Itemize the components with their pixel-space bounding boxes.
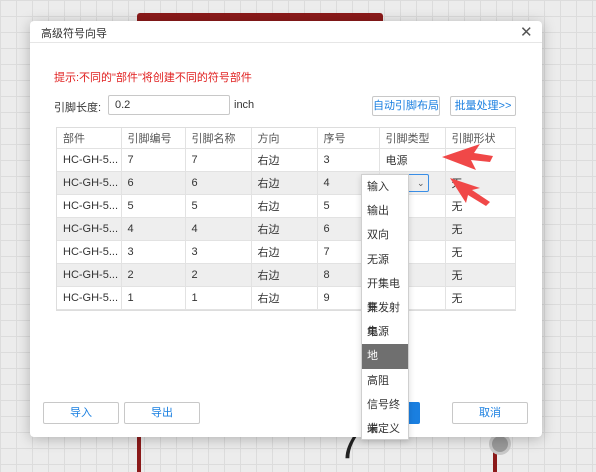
cell-direction[interactable]: 右边 bbox=[251, 240, 318, 264]
dropdown-option[interactable]: 电源 bbox=[362, 320, 408, 344]
dropdown-option[interactable]: 双向 bbox=[362, 223, 408, 247]
dialog-title: 高级符号向导 bbox=[41, 28, 107, 40]
cell-pin-name[interactable]: 1 bbox=[185, 286, 252, 310]
cell-part[interactable]: HC-GH-5... bbox=[57, 171, 122, 195]
close-icon[interactable]: ✕ bbox=[520, 23, 533, 41]
auto-pin-layout-button[interactable]: 自动引脚布局 bbox=[372, 96, 440, 116]
col-header-pin-name[interactable]: 引脚名称 bbox=[185, 128, 252, 149]
cell-pin-shape[interactable]: 无 bbox=[445, 263, 516, 287]
cell-part[interactable]: HC-GH-5... bbox=[57, 263, 122, 287]
dropdown-option[interactable]: 未定义 bbox=[362, 417, 408, 441]
col-header-pin-type[interactable]: 引脚类型 bbox=[379, 128, 446, 149]
table-row[interactable]: HC-GH-5... 1 1 右边 9 无 bbox=[57, 286, 516, 310]
canvas-component-bottom bbox=[137, 436, 497, 472]
cell-direction[interactable]: 右边 bbox=[251, 194, 318, 218]
advanced-symbol-wizard-dialog: 高级符号向导 ✕ 提示:不同的"部件"将创建不同的符号部件 引脚长度: inch… bbox=[30, 21, 542, 437]
table-row[interactable]: HC-GH-5... 4 4 右边 6 无 bbox=[57, 217, 516, 241]
annotation-arrows bbox=[442, 144, 493, 206]
col-header-part[interactable]: 部件 bbox=[57, 128, 122, 149]
cell-pin-shape[interactable]: 无 bbox=[445, 286, 516, 310]
cell-pin-number[interactable]: 6 bbox=[121, 171, 186, 195]
arrow-left-icon bbox=[442, 144, 493, 170]
cell-pin-name[interactable]: 4 bbox=[185, 217, 252, 241]
cell-pin-number[interactable]: 4 bbox=[121, 217, 186, 241]
cell-direction[interactable]: 右边 bbox=[251, 263, 318, 287]
dropdown-option-selected[interactable]: 地 bbox=[362, 344, 408, 369]
cell-direction[interactable]: 右边 bbox=[251, 148, 318, 172]
cell-pin-name[interactable]: 7 bbox=[185, 148, 252, 172]
cell-pin-name[interactable]: 6 bbox=[185, 171, 252, 195]
cell-part[interactable]: HC-GH-5... bbox=[57, 240, 122, 264]
col-header-sequence[interactable]: 序号 bbox=[317, 128, 380, 149]
pin-type-dropdown: 输入 输出 双向 无源 开集电集 开发射集 电源 地 高阻 信号终端 未定义 bbox=[361, 174, 409, 440]
cell-pin-number[interactable]: 7 bbox=[121, 148, 186, 172]
dropdown-option[interactable]: 信号终端 bbox=[362, 393, 408, 435]
cell-pin-number[interactable]: 5 bbox=[121, 194, 186, 218]
table-row[interactable]: HC-GH-5... 2 2 右边 8 无 bbox=[57, 263, 516, 287]
dropdown-option[interactable]: 输入 bbox=[362, 175, 408, 199]
dialog-title-bar: 高级符号向导 ✕ bbox=[30, 21, 542, 43]
cell-sequence[interactable]: 3 bbox=[317, 148, 380, 172]
cell-pin-shape[interactable]: 无 bbox=[445, 240, 516, 264]
pin-length-label: 引脚长度: bbox=[54, 102, 102, 114]
chevron-down-icon: ⌄ bbox=[416, 177, 425, 188]
export-button[interactable]: 导出 bbox=[124, 402, 200, 424]
cell-pin-name[interactable]: 5 bbox=[185, 194, 252, 218]
dropdown-option[interactable]: 高阻 bbox=[362, 369, 408, 393]
cell-direction[interactable]: 右边 bbox=[251, 286, 318, 310]
cell-part[interactable]: HC-GH-5... bbox=[57, 194, 122, 218]
dropdown-option[interactable]: 输出 bbox=[362, 199, 408, 223]
hint-text: 提示:不同的"部件"将创建不同的符号部件 bbox=[54, 72, 252, 84]
cell-pin-name[interactable]: 2 bbox=[185, 263, 252, 287]
import-button[interactable]: 导入 bbox=[43, 402, 119, 424]
dropdown-option[interactable]: 开集电集 bbox=[362, 272, 408, 314]
cell-direction[interactable]: 右边 bbox=[251, 171, 318, 195]
col-header-direction[interactable]: 方向 bbox=[251, 128, 318, 149]
dropdown-option[interactable]: 开发射集 bbox=[362, 296, 408, 338]
dropdown-option[interactable]: 无源 bbox=[362, 248, 408, 272]
batch-process-button[interactable]: 批量处理>> bbox=[450, 96, 516, 116]
pin-length-input[interactable] bbox=[108, 95, 230, 115]
cell-part[interactable]: HC-GH-5... bbox=[57, 148, 122, 172]
arrow-up-left-icon bbox=[450, 178, 490, 206]
cell-pin-number[interactable]: 1 bbox=[121, 286, 186, 310]
cell-pin-type[interactable]: 电源 bbox=[379, 148, 446, 172]
cancel-button[interactable]: 取消 bbox=[452, 402, 528, 424]
cell-pin-name[interactable]: 3 bbox=[185, 240, 252, 264]
cell-part[interactable]: HC-GH-5... bbox=[57, 286, 122, 310]
cell-pin-number[interactable]: 3 bbox=[121, 240, 186, 264]
cell-pin-shape[interactable]: 无 bbox=[445, 217, 516, 241]
table-row[interactable]: HC-GH-5... 3 3 右边 7 无 bbox=[57, 240, 516, 264]
col-header-pin-number[interactable]: 引脚编号 bbox=[121, 128, 186, 149]
cell-direction[interactable]: 右边 bbox=[251, 217, 318, 241]
pin-length-unit: inch bbox=[234, 99, 255, 111]
cell-part[interactable]: HC-GH-5... bbox=[57, 217, 122, 241]
cell-pin-number[interactable]: 2 bbox=[121, 263, 186, 287]
